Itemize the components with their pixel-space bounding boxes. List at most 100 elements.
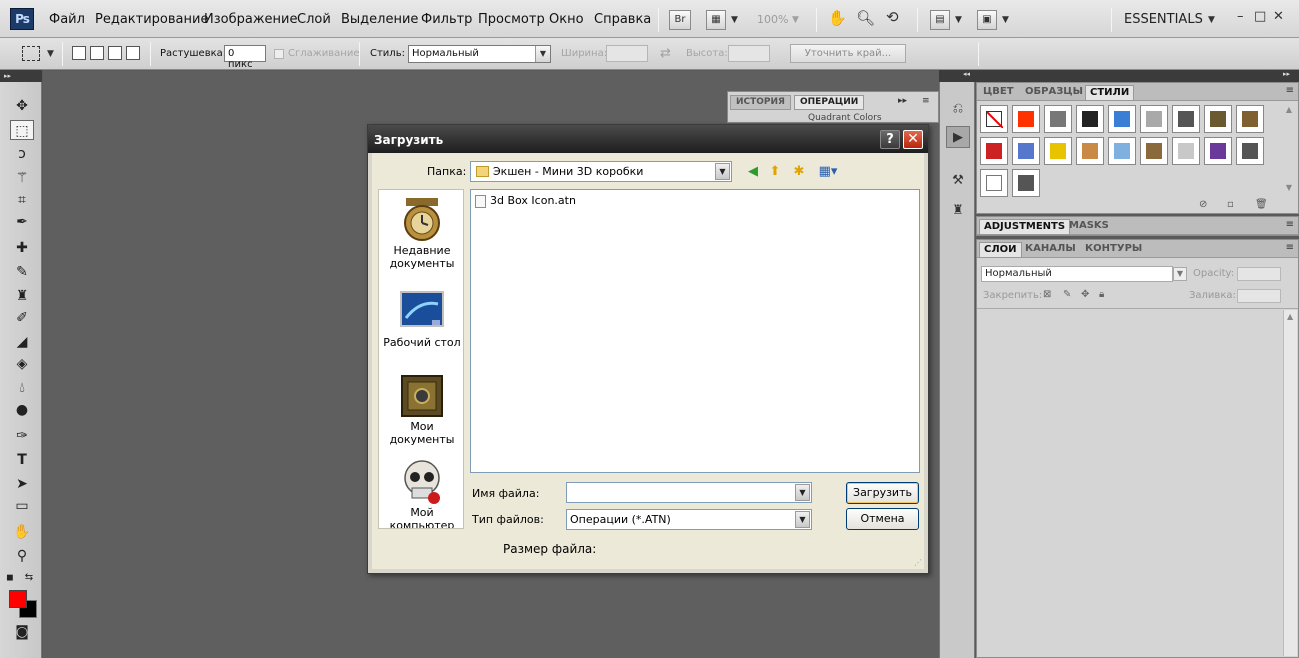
rotate-view-icon[interactable]: ⟲ [886,8,899,26]
tab-color[interactable]: ЦВЕТ [979,85,1018,100]
folder-select[interactable]: Экшен - Мини 3D коробки ▼ [470,161,732,182]
layers-scrollbar[interactable]: ▲ [1283,310,1297,656]
style-swatch[interactable] [1012,137,1040,165]
marquee-preset-icon[interactable] [22,46,40,61]
filetype-select[interactable]: Операции (*.ATN) ▼ [566,509,812,530]
tab-swatches[interactable]: ОБРАЗЦЫ [1021,85,1087,100]
lock-pixels-icon[interactable]: ✎ [1063,289,1071,300]
height-input[interactable] [728,45,770,62]
style-swatch[interactable] [1204,137,1232,165]
tool-presets-icon[interactable]: ⚒ [946,170,970,192]
eraser-tool-icon[interactable]: ◢ [10,332,34,352]
menu-help[interactable]: Справка [594,12,651,27]
new-folder-icon[interactable]: ✱ [790,163,808,181]
zoom-tool-icon[interactable]: ⚲ [10,546,34,566]
chevron-down-icon[interactable]: ▼ [535,46,550,62]
style-select[interactable]: Нормальный ▼ [408,45,551,63]
menu-file[interactable]: Файл [49,12,85,27]
extras-dropdown-icon[interactable]: ▼ [731,15,738,25]
chevron-down-icon[interactable]: ▼ [795,484,810,501]
chevron-down-icon[interactable]: ▼ [715,163,730,180]
file-list[interactable]: 3d Box Icon.atn [470,189,920,473]
tab-channels[interactable]: КАНАЛЫ [1021,242,1080,257]
type-tool-icon[interactable]: T [10,450,34,470]
style-swatch[interactable] [1140,105,1168,133]
delete-style-icon[interactable]: 🗑︎ [1255,199,1268,210]
tool-preset-dropdown-icon[interactable]: ▼ [47,49,54,59]
lasso-tool-icon[interactable]: ↄ [10,144,34,164]
style-swatch[interactable] [1108,105,1136,133]
resize-grip-icon[interactable]: ⋰ [914,558,922,567]
filename-input[interactable]: ▼ [566,482,812,503]
panel-menu-icon[interactable]: ≡ [1286,242,1294,253]
scroll-up-icon[interactable]: ▲ [1287,312,1293,321]
collapse-panel-icon[interactable]: ▸▸ [898,96,907,106]
workspace-switcher[interactable]: ESSENTIALS [1124,12,1203,27]
cancel-button[interactable]: Отмена [846,508,919,530]
chevron-down-icon[interactable]: ▼ [1173,267,1187,281]
style-swatch[interactable] [980,105,1008,133]
feather-input[interactable]: 0 пикс [224,45,266,70]
panel-menu-icon[interactable]: ≡ [1286,219,1294,230]
place-recent-documents[interactable]: Недавние документы [379,196,463,270]
minimize-icon[interactable]: – [1237,9,1244,24]
menu-image[interactable]: Изображение [204,12,297,27]
close-window-icon[interactable]: ✕ [1273,9,1284,24]
lock-position-icon[interactable]: ✥ [1081,289,1089,300]
rectangular-marquee-tool-icon[interactable]: ⬚ [10,120,34,140]
intersect-selection-icon[interactable] [126,46,140,60]
menu-edit[interactable]: Редактирование [95,12,208,27]
up-folder-icon[interactable]: ⬆ [766,163,784,181]
menu-view[interactable]: Просмотр [478,12,545,27]
antialias-checkbox[interactable] [274,49,284,59]
style-swatch[interactable] [1172,105,1200,133]
style-swatch[interactable] [1236,105,1264,133]
zoom-level[interactable]: 100% [757,13,788,26]
arrange-dropdown-icon[interactable]: ▼ [955,15,962,25]
tab-layers[interactable]: СЛОИ [979,242,1022,257]
foreground-color-swatch[interactable] [9,590,27,608]
style-swatch[interactable] [1012,105,1040,133]
style-swatch[interactable] [1108,137,1136,165]
history-panel-icon[interactable]: ⎌ [946,98,970,120]
blend-mode-select[interactable]: Нормальный [981,266,1173,282]
refine-edge-button[interactable]: Уточнить край... [790,44,906,63]
style-swatch[interactable] [1044,105,1072,133]
action-row-label[interactable]: Quadrant Colors [808,113,882,123]
style-swatch[interactable] [980,169,1008,197]
menu-window[interactable]: Окно [549,12,584,27]
brush-tool-icon[interactable]: ✎ [10,262,34,282]
place-my-documents[interactable]: Мои документы [379,372,463,446]
maximize-icon[interactable]: □ [1254,9,1266,24]
place-my-computer[interactable]: Мой компьютер [379,458,463,528]
rectangle-tool-icon[interactable]: ▭ [10,496,34,516]
tab-adjustments[interactable]: ADJUSTMENTS [979,219,1071,234]
lock-transparency-icon[interactable]: ⊠ [1043,289,1051,300]
fill-input[interactable] [1237,289,1281,303]
style-swatch[interactable] [1044,137,1072,165]
back-icon[interactable]: ◀ [744,163,762,181]
swap-colors-icon[interactable]: ⇆ [22,568,36,588]
new-selection-icon[interactable] [72,46,86,60]
swap-dimensions-icon[interactable]: ⇄ [660,46,671,61]
clone-stamp-tool-icon[interactable]: ♜ [10,286,34,306]
arrange-documents-icon[interactable]: ▤ [930,10,950,30]
add-to-selection-icon[interactable] [90,46,104,60]
tab-history[interactable]: ИСТОРИЯ [730,95,791,110]
help-button[interactable]: ? [880,130,900,149]
lock-all-icon[interactable]: 🔒︎ [1099,289,1104,300]
default-colors-icon[interactable]: ◼ [4,568,16,588]
path-selection-tool-icon[interactable]: ➤ [10,474,34,494]
style-swatch[interactable] [1076,105,1104,133]
workspace-dropdown-icon[interactable]: ▼ [1208,15,1215,25]
clone-source-icon[interactable]: ♜ [946,200,970,222]
tab-masks[interactable]: MASKS [1065,219,1113,234]
tab-styles[interactable]: СТИЛИ [1085,85,1135,100]
style-swatch[interactable] [1012,169,1040,197]
extras-icon[interactable]: ▦ [706,10,726,30]
tools-collapse-bar[interactable]: ▸▸ [0,70,42,82]
panel-menu-icon[interactable]: ≡ [922,96,930,106]
style-swatch[interactable] [1236,137,1264,165]
menu-select[interactable]: Выделение [341,12,418,27]
blur-tool-icon[interactable]: 💧︎ [10,378,34,398]
